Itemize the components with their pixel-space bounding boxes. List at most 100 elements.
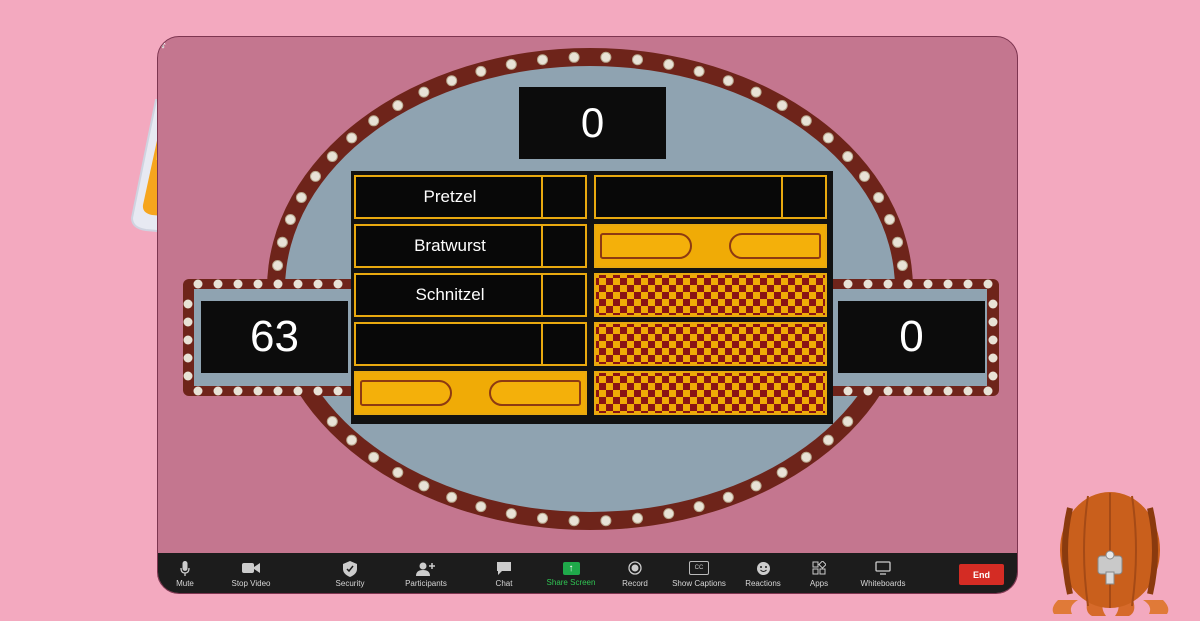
barrel-icon <box>1048 488 1173 621</box>
marquee-bulb <box>883 279 893 289</box>
share-screen-button[interactable]: ↑ Share Screen <box>543 553 599 593</box>
team-right-score: 0 <box>838 301 985 373</box>
marquee-bulb <box>663 508 675 520</box>
marquee-bulb <box>505 508 517 520</box>
reactions-button[interactable]: Reactions <box>743 553 783 593</box>
marquee-bulb <box>983 279 993 289</box>
marquee-bulb <box>233 279 243 289</box>
marquee-bulb <box>903 279 913 289</box>
marquee-bulb <box>776 467 788 478</box>
game-board: 0 63 0 Pretzel Bratwurst Schnitzel <box>158 37 1017 553</box>
show-captions-button[interactable]: CC Show Captions <box>668 553 730 593</box>
answer-board: Pretzel Bratwurst Schnitzel <box>351 171 833 424</box>
marquee-bulb <box>537 512 548 524</box>
marquee-bulb <box>822 132 834 144</box>
marquee-bulb <box>600 515 612 527</box>
marquee-bulb <box>722 491 734 503</box>
hidden-panel-left <box>600 233 692 259</box>
marquee-bulb <box>183 299 193 309</box>
hidden-panel-left <box>360 380 452 406</box>
marquee-bulb <box>923 279 933 289</box>
answer-slot-7[interactable] <box>594 224 827 268</box>
answer-slot-1[interactable]: Pretzel <box>354 175 587 219</box>
marquee-bulb <box>346 132 358 144</box>
apps-label: Apps <box>809 578 829 588</box>
marquee-bulb <box>368 115 380 127</box>
answer-slot-2[interactable]: Bratwurst <box>354 224 587 268</box>
chat-button[interactable]: Chat <box>490 553 518 593</box>
marquee-bulb <box>776 100 788 111</box>
chat-icon <box>496 561 512 578</box>
record-button[interactable]: Record <box>620 553 650 593</box>
team-left-score: 63 <box>201 301 348 373</box>
marquee-bulb <box>843 279 853 289</box>
marquee-bulb <box>988 299 998 309</box>
marquee-bulb <box>632 54 643 66</box>
marquee-bulb <box>892 236 904 248</box>
marquee-bulb <box>693 65 705 77</box>
marquee-bulb <box>963 279 973 289</box>
answer-slot-3[interactable]: Schnitzel <box>354 273 587 317</box>
answer-points <box>541 226 585 266</box>
marquee-bulb <box>310 170 321 182</box>
marquee-bulb <box>326 416 338 427</box>
security-button[interactable]: Security <box>330 553 370 593</box>
apps-icon <box>812 559 827 578</box>
participants-label: Participants <box>405 578 447 588</box>
answer-slot-5[interactable] <box>354 371 587 415</box>
marquee-bulb <box>693 501 705 513</box>
marquee-bulb <box>842 416 854 427</box>
marquee-bulb <box>475 501 487 513</box>
marquee-bulb <box>446 491 458 503</box>
marquee-bulb <box>873 192 885 203</box>
mute-button[interactable]: Mute <box>172 553 198 593</box>
answer-text: Bratwurst <box>414 236 486 255</box>
whiteboards-button[interactable]: Whiteboards <box>856 553 910 593</box>
record-label: Record <box>622 578 648 588</box>
apps-button[interactable]: Apps <box>806 553 832 593</box>
marquee-bulb <box>293 386 303 396</box>
end-meeting-button[interactable]: End <box>959 564 1004 585</box>
marquee-bulb <box>600 51 612 63</box>
answer-text <box>596 177 784 217</box>
answer-text: Schnitzel <box>415 285 485 304</box>
unused-slot-8 <box>594 273 827 317</box>
stop-video-button[interactable]: Stop Video <box>226 553 276 593</box>
marquee-bulb <box>313 386 323 396</box>
marquee-bulb <box>418 480 430 492</box>
answer-points <box>541 275 585 315</box>
participants-button[interactable]: Participants <box>401 553 451 593</box>
answer-slot-6[interactable] <box>594 175 827 219</box>
marquee-bulb <box>568 515 580 527</box>
answer-points <box>781 177 825 217</box>
marquee-bulb <box>293 279 303 289</box>
marquee-bulb <box>863 279 873 289</box>
stop-video-label: Stop Video <box>231 578 271 588</box>
marquee-bulb <box>988 317 998 327</box>
share-icon: ↑ <box>562 561 580 575</box>
marquee-bulb <box>505 58 517 70</box>
marquee-bulb <box>963 386 973 396</box>
marquee-bulb <box>183 353 193 363</box>
marquee-bulb <box>284 214 296 225</box>
answer-text: Pretzel <box>423 187 477 206</box>
whiteboard-icon <box>875 560 891 578</box>
hidden-panel-right <box>489 380 581 406</box>
answer-slot-4[interactable] <box>354 322 587 366</box>
marquee-bulb <box>368 451 380 463</box>
marquee-bulb <box>943 386 953 396</box>
marquee-bulb <box>446 75 458 87</box>
marquee-bulb <box>822 434 834 446</box>
marquee-bulb <box>193 279 203 289</box>
marquee-bulb <box>988 371 998 381</box>
marquee-bulb <box>988 353 998 363</box>
mic-icon <box>180 560 190 578</box>
answer-points <box>541 324 585 364</box>
marquee-bulb <box>272 260 284 271</box>
marquee-bulb <box>943 279 953 289</box>
marquee-bulb <box>276 236 288 248</box>
marquee-bulb <box>903 386 913 396</box>
chat-label: Chat <box>495 578 513 588</box>
mouse-cursor-icon <box>158 37 166 49</box>
marquee-bulb <box>333 386 343 396</box>
